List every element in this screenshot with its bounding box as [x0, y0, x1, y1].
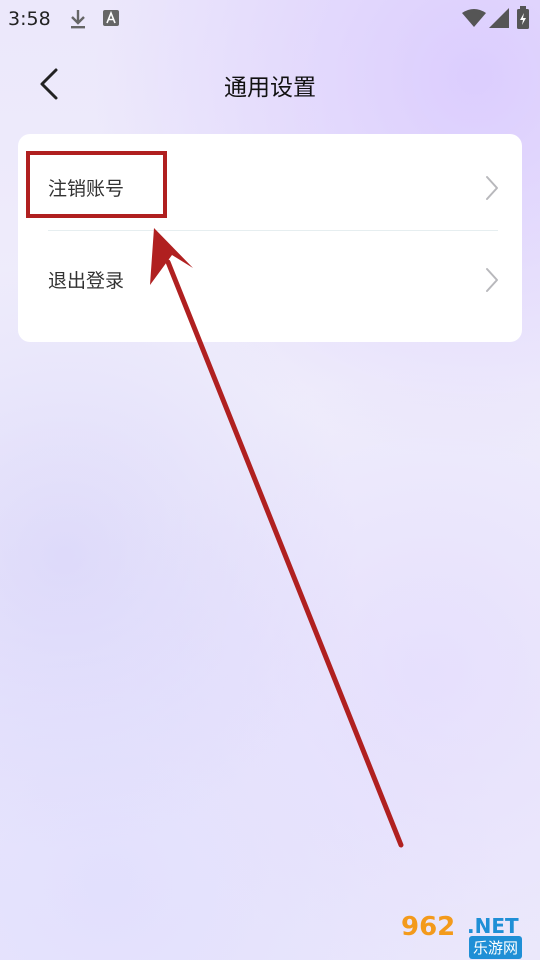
watermark-domain: .NET: [467, 914, 519, 938]
annotation-arrow: [150, 228, 404, 848]
watermark-logo: 962 .NET 乐游网: [399, 912, 540, 960]
watermark-number: 962: [401, 912, 456, 942]
watermark-cn-text: 乐游网: [469, 936, 523, 959]
